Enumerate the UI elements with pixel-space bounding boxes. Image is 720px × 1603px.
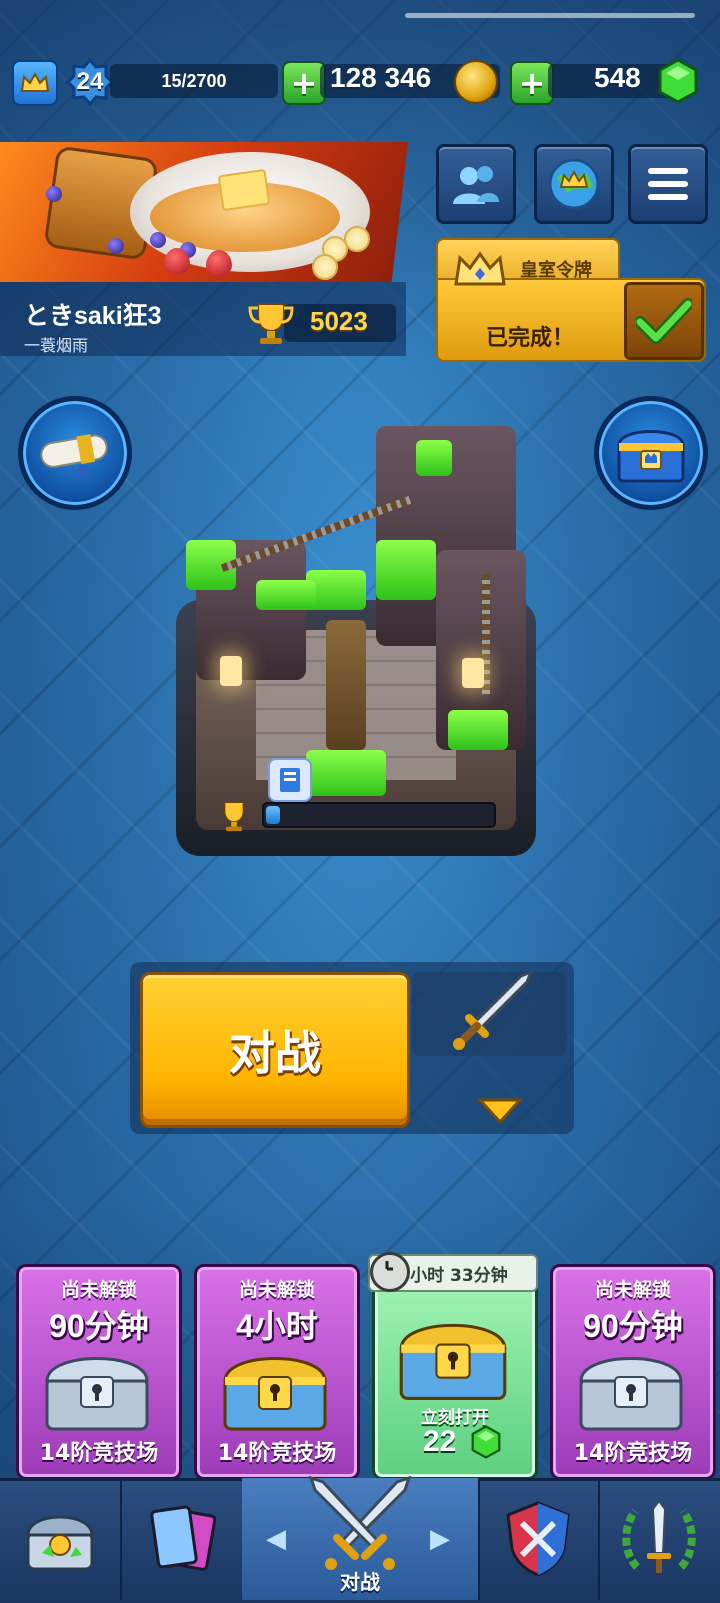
chest-arena: 14阶竞技场 (573, 1441, 693, 1466)
treasure-chest-icon (617, 430, 685, 483)
trophy-count: 5023 (310, 306, 368, 336)
crossed-swords-icon (308, 1476, 412, 1570)
level-badge[interactable]: 24 (66, 58, 114, 106)
nav-shop[interactable] (0, 1478, 122, 1600)
chevron-down-icon[interactable] (476, 1098, 524, 1128)
candle-icon (462, 658, 484, 688)
chest-shop-button[interactable] (594, 396, 708, 510)
crown-icon[interactable] (12, 60, 58, 106)
top-bar: 24 15/2700 + 128 346 + 548 (10, 58, 710, 106)
trophy-icon (246, 298, 296, 352)
elixir-crystal (306, 750, 386, 796)
clan-shield-icon (506, 1501, 570, 1577)
level-number: 24 (76, 68, 104, 95)
chest-unlock-time: 90分钟 (583, 1308, 683, 1344)
elixir-crystal (448, 710, 508, 750)
scroll-icon (40, 434, 108, 481)
chest-slot[interactable]: 尚未解锁 4小时 14阶竞技场 (194, 1264, 360, 1480)
globe-crown-icon (548, 158, 600, 210)
royal-pass-panel[interactable]: 皇室令牌 已完成！ (436, 238, 706, 362)
clock-icon (370, 1252, 410, 1292)
royal-pass-status: 已完成！ (486, 326, 575, 351)
news-scroll-button[interactable] (18, 396, 132, 510)
menu-button[interactable] (628, 144, 708, 224)
butter-icon (217, 168, 271, 212)
elixir-crystal (376, 540, 436, 600)
nav-left-arrow-icon[interactable]: ◀ (266, 1524, 286, 1554)
royal-pass-title: 皇室令牌 (520, 260, 592, 281)
nav-events[interactable] (598, 1478, 720, 1600)
nav-clan[interactable] (478, 1478, 600, 1600)
chest-status: 尚未解锁 (594, 1279, 671, 1301)
gem-icon (658, 58, 698, 108)
minecart-elixir (256, 580, 316, 610)
gem-cost: 22 (423, 1425, 457, 1458)
nav-cards[interactable] (120, 1478, 244, 1600)
hamburger-menu-icon (648, 168, 688, 200)
game-mode-selector[interactable] (412, 969, 566, 1056)
progress-trophy-icon (216, 798, 252, 838)
arena-view[interactable] (176, 420, 538, 856)
battle-button[interactable]: 对战 (140, 972, 410, 1128)
friends-icon (453, 166, 499, 204)
gems-amount: 548 (594, 62, 641, 93)
gold-amount: 128 346 (330, 62, 432, 93)
chest-slot[interactable]: 尚未解锁 90分钟 14阶竞技场 (550, 1264, 716, 1480)
chest-status: 尚未解锁 (60, 1279, 137, 1301)
silver-chest-icon (575, 1347, 687, 1437)
gem-icon (471, 1425, 501, 1463)
banana-slice-icon (344, 226, 370, 252)
elixir-crystal (416, 440, 452, 476)
chest-status: 尚未解锁 (238, 1279, 315, 1301)
cards-icon (150, 1505, 217, 1571)
friends-button[interactable] (436, 144, 516, 224)
chest-unlock-time: 4小时 (236, 1308, 318, 1344)
arena-progress-fill (266, 806, 280, 824)
berry-icon (150, 232, 166, 248)
berry-icon (108, 238, 124, 254)
chest-arena: 14阶竞技场 (217, 1441, 337, 1466)
arena-progress-bar (262, 802, 496, 828)
gesture-bar (405, 13, 695, 18)
clan-name: 一蓑烟雨 (24, 336, 89, 355)
book-marker-icon (268, 758, 312, 802)
candle-icon (220, 656, 242, 686)
nav-battle-label: 对战 (340, 1570, 380, 1594)
gold-chest-icon (219, 1347, 331, 1437)
royal-pass-crown-icon (452, 250, 508, 294)
berry-icon (46, 186, 62, 202)
profile-banner[interactable] (0, 142, 408, 282)
checkmark-icon (624, 282, 704, 360)
wooden-bridge (326, 620, 366, 750)
silver-chest-icon (41, 1347, 153, 1437)
strawberry-icon (164, 248, 190, 274)
strawberry-icon (206, 250, 232, 276)
chest-slot-unlocking[interactable]: 立刻打开 22 (372, 1264, 538, 1480)
player-name: ときsaki狂3 (24, 302, 162, 330)
banana-slice-icon (312, 254, 338, 280)
chest-arena: 14阶竞技场 (39, 1441, 159, 1466)
laurel-sword-icon (622, 1499, 696, 1573)
gold-chest-icon (395, 1313, 511, 1407)
chest-unlock-time: 90分钟 (49, 1308, 149, 1344)
sword-icon (453, 969, 534, 1050)
world-button[interactable] (534, 144, 614, 224)
gold-coin-icon (454, 60, 498, 104)
chest-slot[interactable]: 尚未解锁 90分钟 14阶竞技场 (16, 1264, 182, 1480)
xp-bar: 15/2700 (110, 64, 278, 98)
shop-chest-icon (26, 1515, 94, 1571)
nav-right-arrow-icon[interactable]: ▶ (430, 1524, 450, 1554)
